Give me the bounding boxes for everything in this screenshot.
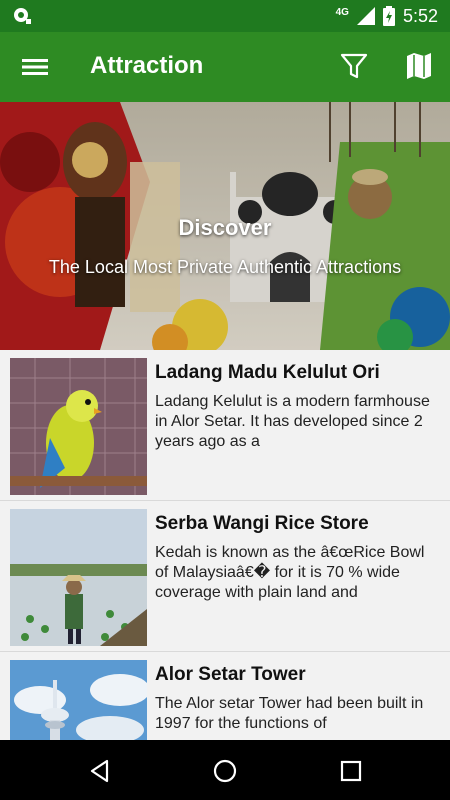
attraction-description: Ladang Kelulut is a modern farmhouse in … [155, 393, 430, 450]
list-item[interactable]: Alor Setar Tower The Alor setar Tower ha… [0, 652, 450, 740]
battery-icon [382, 6, 395, 26]
network-type: 4G [335, 7, 349, 18]
attraction-thumbnail [10, 660, 147, 740]
clock: 5:52 [402, 5, 438, 26]
filter-icon[interactable] [340, 52, 368, 80]
map-icon[interactable] [406, 52, 432, 80]
hero-subtitle: The Local Most Private Authentic Attract… [48, 257, 402, 277]
list-item[interactable]: Serba Wangi Rice Store Kedah is known as… [0, 501, 450, 652]
attraction-name: Serba Wangi Rice Store [155, 513, 369, 534]
home-icon[interactable] [212, 758, 238, 784]
app-bar: Attraction [0, 32, 450, 102]
page-title: Attraction [90, 52, 204, 79]
menu-icon[interactable] [22, 54, 48, 80]
attraction-list[interactable]: Ladang Madu Kelulut Ori Ladang Kelulut i… [0, 350, 450, 740]
attraction-description: The Alor setar Tower had been built in 1… [155, 695, 424, 732]
attraction-name: Alor Setar Tower [155, 664, 306, 685]
recents-icon[interactable] [338, 758, 364, 784]
attraction-name: Ladang Madu Kelulut Ori [155, 362, 380, 383]
back-icon[interactable] [87, 758, 113, 784]
hero-title: Discover [178, 215, 272, 240]
attraction-thumbnail [10, 509, 147, 646]
attraction-thumbnail [10, 358, 147, 495]
hero-banner: Discover The Local Most Private Authenti… [0, 102, 450, 350]
signal-icon [356, 7, 375, 25]
notification-icon [14, 8, 31, 24]
list-item[interactable]: Ladang Madu Kelulut Ori Ladang Kelulut i… [0, 350, 450, 501]
navigation-bar [0, 740, 450, 800]
status-bar: 4G 5:52 [0, 0, 450, 32]
attraction-description: Kedah is known as the â€œRice Bowl of Ma… [155, 544, 425, 601]
